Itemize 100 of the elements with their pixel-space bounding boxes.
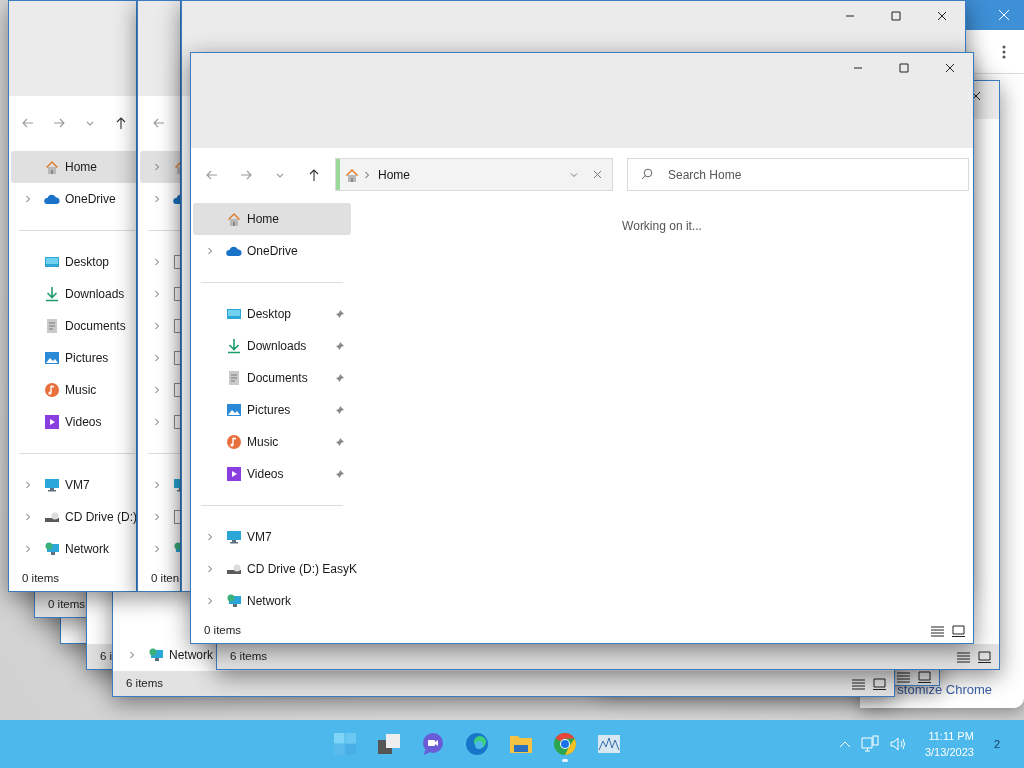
breadcrumb-chevron-icon[interactable] [364, 170, 370, 179]
chevron-icon[interactable] [24, 513, 32, 521]
tiles-view-icon[interactable] [978, 650, 991, 663]
chevron-icon[interactable] [153, 386, 161, 394]
sidebar-item[interactable]: OneDrive [11, 183, 136, 215]
maximize-icon[interactable] [890, 10, 902, 22]
video-icon [226, 466, 242, 482]
chat-icon [421, 732, 446, 756]
pin-icon [335, 469, 345, 479]
details-view-icon[interactable] [931, 624, 944, 637]
sidebar-item[interactable]: VM7 [193, 521, 351, 553]
sidebar-item[interactable]: Downloads [11, 278, 136, 310]
item-count: 0 items [47, 596, 86, 612]
sidebar-item[interactable]: Documents [193, 362, 351, 394]
sidebar-item[interactable]: VM7 [11, 469, 136, 501]
chevron-icon[interactable] [153, 481, 161, 489]
chevron-icon[interactable] [24, 545, 32, 553]
sidebar-item[interactable]: Network [193, 585, 351, 617]
sidebar-label: Downloads [65, 286, 125, 303]
sidebar-label: Videos [247, 466, 284, 483]
chevron-icon[interactable] [128, 651, 136, 659]
sidebar-item[interactable]: OneDrive [193, 235, 351, 267]
notification-count[interactable]: 2 [993, 735, 1000, 753]
home-icon [44, 159, 60, 175]
swirl-browser-icon [465, 732, 490, 756]
chevron-icon[interactable] [24, 481, 32, 489]
sidebar-item[interactable]: Music [193, 426, 351, 458]
chevron-icon[interactable] [153, 163, 161, 171]
chevron-icon[interactable] [153, 322, 161, 330]
chevron-icon[interactable] [153, 418, 161, 426]
running-indicator [562, 759, 569, 762]
sidebar-item[interactable]: Network [115, 639, 217, 671]
sidebar-item[interactable]: Pictures [11, 342, 136, 374]
sidebar-item[interactable]: Videos [193, 458, 351, 490]
loading-message: Working on it... [622, 218, 702, 235]
sidebar-item[interactable]: CD Drive (D:) [11, 501, 136, 533]
chevron-icon[interactable] [153, 354, 161, 362]
item-count: 0 items [203, 622, 242, 638]
maximize-icon[interactable] [898, 62, 910, 74]
desktop-icon [226, 306, 242, 322]
sidebar-label: Documents [65, 318, 126, 335]
sidebar-item[interactable]: Desktop [11, 246, 136, 278]
sidebar-item[interactable]: Pictures [193, 394, 351, 426]
chevron-icon[interactable] [153, 290, 161, 298]
customize-link[interactable]: stomize Chrome [897, 679, 992, 699]
sidebar-label: Network [247, 593, 291, 610]
details-view-icon[interactable] [852, 677, 865, 690]
more-menu-icon[interactable] [1002, 44, 1006, 59]
clear-icon[interactable] [593, 170, 602, 179]
item-count: 6 items [125, 675, 164, 691]
speaker-icon[interactable] [888, 736, 907, 752]
pin-icon [335, 309, 345, 319]
network-status-icon[interactable] [860, 735, 879, 753]
video-icon [44, 414, 60, 430]
chevron-icon[interactable] [206, 597, 214, 605]
sidebar-item[interactable]: Home [193, 203, 351, 235]
sidebar-label: Pictures [65, 350, 109, 367]
sidebar-label: Network [169, 647, 213, 664]
tiles-view-icon[interactable] [952, 624, 965, 637]
tiles-view-icon[interactable] [918, 671, 931, 683]
sidebar-item[interactable]: Network [11, 533, 136, 565]
network-icon [44, 541, 60, 557]
search-field[interactable]: Search Home [627, 158, 969, 191]
sidebar-label: Home [65, 159, 97, 176]
sidebar-item[interactable]: Downloads [193, 330, 351, 362]
tiles-view-icon[interactable] [873, 677, 886, 690]
round-browser-icon [553, 732, 578, 756]
chevron-icon[interactable] [24, 195, 32, 203]
chevron-icon[interactable] [206, 533, 214, 541]
monitor-icon [44, 477, 60, 493]
chevron-icon[interactable] [153, 258, 161, 266]
address-location[interactable]: Home [378, 165, 410, 184]
close-icon[interactable] [936, 10, 948, 22]
chevron-icon[interactable] [206, 247, 214, 255]
sidebar-label: OneDrive [247, 243, 298, 260]
chevron-icon[interactable] [206, 565, 214, 573]
picture-icon [44, 350, 60, 366]
details-view-icon[interactable] [957, 650, 970, 663]
chevron-icon[interactable] [153, 545, 161, 553]
details-view-icon[interactable] [897, 671, 910, 683]
download-arrow-icon [226, 338, 242, 354]
chevron-up-icon[interactable] [838, 740, 851, 748]
item-count: 6 i [99, 648, 113, 664]
sidebar-item[interactable]: Documents [11, 310, 136, 342]
chevron-icon[interactable] [153, 195, 161, 203]
desktop-icon [44, 254, 60, 270]
sidebar-label: Desktop [65, 254, 110, 271]
chevron-icon[interactable] [153, 513, 161, 521]
picture-icon [226, 402, 242, 418]
sidebar-label: Pictures [247, 402, 291, 419]
sidebar-item[interactable]: Music [11, 374, 136, 406]
sidebar-item[interactable]: Videos [11, 406, 136, 438]
sidebar-item[interactable]: Desktop [193, 298, 351, 330]
network-icon [148, 647, 164, 663]
task-view-icon [377, 732, 402, 756]
sidebar-item[interactable]: Home [11, 151, 136, 183]
clock-time: 11:11 PM [928, 729, 974, 744]
address-bar[interactable]: Home [335, 158, 613, 191]
item-count: 6 items [229, 648, 268, 664]
close-icon[interactable] [944, 62, 956, 74]
